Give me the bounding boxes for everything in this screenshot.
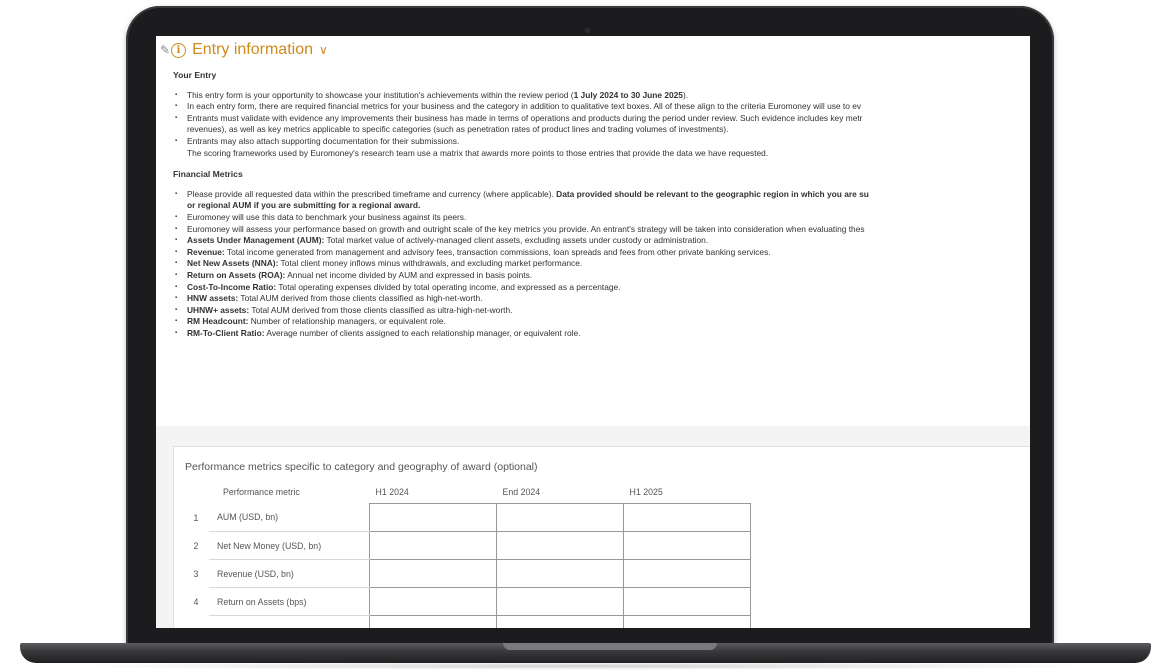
performance-metrics-panel: Performance metrics specific to category…: [173, 446, 1030, 628]
list-item: Entrants may also attach supporting docu…: [175, 136, 1030, 159]
list-item: In each entry form, there are required f…: [175, 101, 1030, 113]
h1-2024-input[interactable]: [369, 587, 497, 616]
table-row: [187, 615, 751, 628]
definition-item: RM Headcount: Number of relationship man…: [175, 316, 1030, 328]
definition-item: RM-To-Client Ratio: Average number of cl…: [175, 328, 1030, 340]
row-number: 4: [193, 596, 199, 607]
table-row: 2 Net New Money (USD, bn): [187, 531, 751, 560]
table-row: 4 Return on Assets (bps): [187, 587, 751, 616]
h1-2024-input[interactable]: [369, 531, 497, 560]
metric-label: Return on Assets (bps): [209, 587, 370, 616]
h1-2024-input[interactable]: [369, 559, 497, 588]
h1-2025-input[interactable]: [623, 615, 751, 628]
financial-metrics-heading: Financial Metrics: [173, 169, 243, 180]
column-header: H1 2024: [375, 487, 409, 497]
definition-item: Return on Assets (ROA): Annual net incom…: [175, 270, 1030, 282]
end-2024-input[interactable]: [496, 615, 624, 628]
end-2024-input[interactable]: [496, 531, 624, 560]
end-2024-input[interactable]: [496, 587, 624, 616]
performance-metrics-table: Performance metric H1 2024 End 2024 H1 2…: [187, 481, 751, 628]
row-number: 1: [193, 512, 199, 523]
metric-label: Revenue (USD, bn): [209, 559, 370, 588]
entry-content: Your Entry This entry form is your oppor…: [173, 70, 1030, 349]
section-title: Entry information: [192, 41, 313, 58]
trackpad-notch: [503, 643, 717, 650]
your-entry-list: This entry form is your opportunity to s…: [173, 90, 1030, 160]
chevron-down-icon[interactable]: ∨: [319, 43, 328, 57]
end-2024-input[interactable]: [496, 559, 624, 588]
definition-item: Net New Assets (NNA): Total client money…: [175, 258, 1030, 270]
h1-2025-input[interactable]: [623, 503, 751, 532]
list-item: Entrants must validate with evidence any…: [175, 113, 1030, 136]
table-row: 3 Revenue (USD, bn): [187, 559, 751, 588]
column-header: Performance metric: [223, 487, 300, 498]
definition-item: Revenue: Total income generated from man…: [175, 247, 1030, 259]
laptop-base: [20, 643, 1151, 663]
end-2024-input[interactable]: [496, 503, 624, 532]
list-item: Please provide all requested data within…: [175, 189, 1030, 212]
entry-information-header[interactable]: ✎ i Entry information ∨: [160, 38, 328, 62]
laptop-shadow: [60, 662, 1111, 670]
info-icon: i: [171, 42, 187, 58]
row-number: 2: [193, 540, 199, 551]
screen: ✎ i Entry information ∨ Your Entry This …: [156, 36, 1030, 628]
row-number: 3: [193, 568, 199, 579]
h1-2024-input[interactable]: [369, 615, 497, 628]
metric-label: AUM (USD, bn): [209, 503, 370, 532]
definition-item: Cost-To-Income Ratio: Total operating ex…: [175, 282, 1030, 294]
h1-2025-input[interactable]: [623, 587, 751, 616]
table-header-row: Performance metric H1 2024 End 2024 H1 2…: [187, 481, 751, 504]
list-item: This entry form is your opportunity to s…: [175, 90, 1030, 102]
metric-label: Net New Money (USD, bn): [209, 531, 370, 560]
definition-item: HNW assets: Total AUM derived from those…: [175, 293, 1030, 305]
h1-2024-input[interactable]: [369, 503, 497, 532]
column-header: H1 2025: [629, 487, 663, 497]
table-row: 1 AUM (USD, bn): [187, 503, 751, 532]
h1-2025-input[interactable]: [623, 531, 751, 560]
definition-item: UHNW+ assets: Total AUM derived from tho…: [175, 305, 1030, 317]
camera-icon: [585, 28, 590, 33]
list-item: Euromoney will use this data to benchmar…: [175, 212, 1030, 224]
definition-item: Assets Under Management (AUM): Total mar…: [175, 235, 1030, 247]
financial-metrics-list: Please provide all requested data within…: [173, 189, 1030, 340]
panel-title: Performance metrics specific to category…: [185, 461, 538, 473]
column-header: End 2024: [502, 487, 541, 497]
your-entry-heading: Your Entry: [173, 70, 217, 80]
h1-2025-input[interactable]: [623, 559, 751, 588]
list-item: Euromoney will assess your performance b…: [175, 224, 1030, 236]
pencil-icon[interactable]: ✎: [160, 43, 170, 57]
